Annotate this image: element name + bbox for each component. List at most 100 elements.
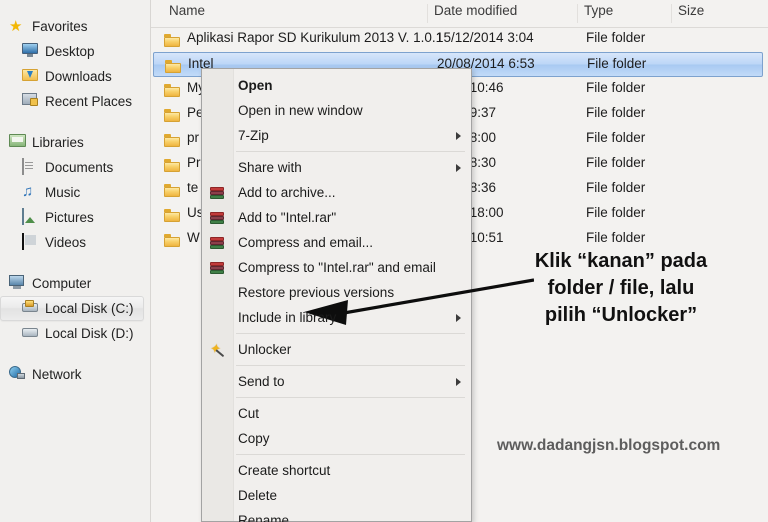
file-name: Pr bbox=[187, 155, 201, 170]
menu-item-label: Cut bbox=[238, 406, 260, 421]
video-film-icon bbox=[22, 233, 39, 251]
menu-item-create-shortcut[interactable]: Create shortcut bbox=[202, 458, 471, 483]
column-separator[interactable] bbox=[427, 4, 428, 23]
file-type: File folder bbox=[586, 205, 646, 220]
nav-group-network: Network bbox=[0, 362, 150, 387]
menu-item-add-to-archive[interactable]: Add to archive... bbox=[202, 180, 471, 205]
file-date: 15/12/2014 3:04 bbox=[436, 30, 534, 45]
sidebar-label: Network bbox=[32, 367, 82, 382]
column-header-date-modified[interactable]: Date modified bbox=[434, 3, 517, 18]
sidebar-label: Local Disk (C:) bbox=[45, 301, 134, 316]
menu-item-7zip[interactable]: 7-Zip bbox=[202, 123, 471, 148]
sidebar-label: Videos bbox=[45, 235, 87, 250]
column-header-size[interactable]: Size bbox=[678, 3, 704, 18]
menu-item-label: Add to "Intel.rar" bbox=[238, 210, 337, 225]
sidebar-item-recent-places[interactable]: Recent Places bbox=[0, 89, 150, 114]
menu-item-label: Unlocker bbox=[238, 342, 292, 357]
annotation-line-2: folder / file, lalu bbox=[547, 277, 695, 299]
menu-item-compress-to-intel-rar-and-email[interactable]: Compress to "Intel.rar" and email bbox=[202, 255, 471, 280]
sidebar-label: Pictures bbox=[45, 210, 94, 225]
menu-item-label: Rename bbox=[238, 513, 290, 522]
sidebar-item-downloads[interactable]: Downloads bbox=[0, 64, 150, 89]
folder-icon bbox=[164, 84, 180, 97]
folder-icon bbox=[164, 234, 180, 247]
column-header-name[interactable]: Name bbox=[169, 3, 205, 18]
winrar-books-icon bbox=[209, 235, 226, 251]
hard-disk-windows-icon bbox=[22, 300, 39, 317]
menu-separator bbox=[236, 454, 465, 455]
folder-icon bbox=[164, 184, 180, 197]
menu-item-share-with[interactable]: Share with bbox=[202, 155, 471, 180]
sidebar-item-desktop[interactable]: Desktop bbox=[0, 39, 150, 64]
picture-icon bbox=[22, 208, 39, 226]
menu-item-add-to-intel-rar[interactable]: Add to "Intel.rar" bbox=[202, 205, 471, 230]
sidebar-item-local-disk-c[interactable]: Local Disk (C:) bbox=[0, 296, 144, 321]
sidebar-item-libraries[interactable]: Libraries bbox=[0, 130, 150, 155]
menu-item-open[interactable]: Open bbox=[202, 73, 471, 98]
folder-icon bbox=[164, 34, 180, 47]
folder-icon bbox=[164, 134, 180, 147]
file-type: File folder bbox=[586, 30, 646, 45]
nav-group-favorites: ★ Favorites Desktop Downloads Recent Pla… bbox=[0, 14, 150, 114]
navigation-pane: ★ Favorites Desktop Downloads Recent Pla… bbox=[0, 0, 150, 522]
menu-separator bbox=[236, 397, 465, 398]
folder-icon bbox=[164, 209, 180, 222]
menu-separator bbox=[236, 333, 465, 334]
file-type: File folder bbox=[586, 230, 646, 245]
file-type: File folder bbox=[586, 180, 646, 195]
document-icon bbox=[22, 158, 39, 176]
file-name: pr bbox=[187, 130, 200, 145]
sidebar-item-local-disk-d[interactable]: Local Disk (D:) bbox=[0, 321, 150, 346]
sidebar-item-computer[interactable]: Computer bbox=[0, 271, 150, 296]
menu-item-delete[interactable]: Delete bbox=[202, 483, 471, 508]
folder-icon bbox=[164, 159, 180, 172]
sidebar-label: Music bbox=[45, 185, 81, 200]
column-separator[interactable] bbox=[671, 4, 672, 23]
menu-item-include-in-library[interactable]: Include in library bbox=[202, 305, 471, 330]
menu-item-copy[interactable]: Copy bbox=[202, 426, 471, 451]
column-separator[interactable] bbox=[577, 4, 578, 23]
menu-item-open-in-new-window[interactable]: Open in new window bbox=[202, 98, 471, 123]
menu-separator bbox=[236, 151, 465, 152]
chevron-right-icon bbox=[456, 131, 461, 140]
menu-item-unlocker[interactable]: ✦ Unlocker bbox=[202, 337, 471, 362]
file-type: File folder bbox=[586, 105, 646, 120]
file-type: File folder bbox=[586, 80, 646, 95]
sidebar-item-network[interactable]: Network bbox=[0, 362, 150, 387]
downloads-folder-icon bbox=[22, 68, 39, 85]
watermark-url: www.dadangjsn.blogspot.com bbox=[497, 437, 721, 454]
magic-wand-icon: ✦ bbox=[209, 342, 226, 358]
nav-group-computer: Computer Local Disk (C:) Local Disk (D:) bbox=[0, 271, 150, 346]
sidebar-item-music[interactable]: ♫ Music bbox=[0, 180, 150, 205]
file-type: File folder bbox=[587, 56, 647, 71]
column-header-type[interactable]: Type bbox=[584, 3, 613, 18]
menu-item-label: Open bbox=[238, 78, 273, 93]
menu-item-label: Compress to "Intel.rar" and email bbox=[238, 260, 436, 275]
sidebar-label: Desktop bbox=[45, 44, 95, 59]
menu-item-compress-and-email[interactable]: Compress and email... bbox=[202, 230, 471, 255]
file-type: File folder bbox=[586, 155, 646, 170]
star-icon: ★ bbox=[9, 18, 23, 35]
menu-item-rename[interactable]: Rename bbox=[202, 508, 471, 522]
sidebar-label: Downloads bbox=[45, 69, 112, 84]
file-name: W bbox=[187, 230, 200, 245]
sidebar-item-favorites[interactable]: ★ Favorites bbox=[0, 14, 150, 39]
menu-item-send-to[interactable]: Send to bbox=[202, 369, 471, 394]
menu-item-restore-previous-versions[interactable]: Restore previous versions bbox=[202, 280, 471, 305]
explorer-window: ★ Favorites Desktop Downloads Recent Pla… bbox=[0, 0, 768, 522]
menu-item-cut[interactable]: Cut bbox=[202, 401, 471, 426]
menu-item-label: Delete bbox=[238, 488, 278, 503]
file-name: Aplikasi Rapor SD Kurikulum 2013 V. 1.0.… bbox=[187, 30, 444, 45]
folder-icon bbox=[164, 109, 180, 122]
menu-separator bbox=[236, 365, 465, 366]
annotation-line-1: Klik “kanan” pada bbox=[534, 250, 708, 272]
table-row[interactable]: Aplikasi Rapor SD Kurikulum 2013 V. 1.0.… bbox=[151, 27, 768, 52]
sidebar-item-videos[interactable]: Videos bbox=[0, 230, 150, 255]
navigation-tree: ★ Favorites Desktop Downloads Recent Pla… bbox=[0, 0, 150, 387]
music-note-icon: ♫ bbox=[22, 183, 34, 200]
nav-group-libraries: Libraries Documents ♫ Music Pictures Vid… bbox=[0, 130, 150, 255]
sidebar-item-documents[interactable]: Documents bbox=[0, 155, 150, 180]
menu-item-label: Include in library bbox=[238, 310, 337, 325]
sidebar-item-pictures[interactable]: Pictures bbox=[0, 205, 150, 230]
